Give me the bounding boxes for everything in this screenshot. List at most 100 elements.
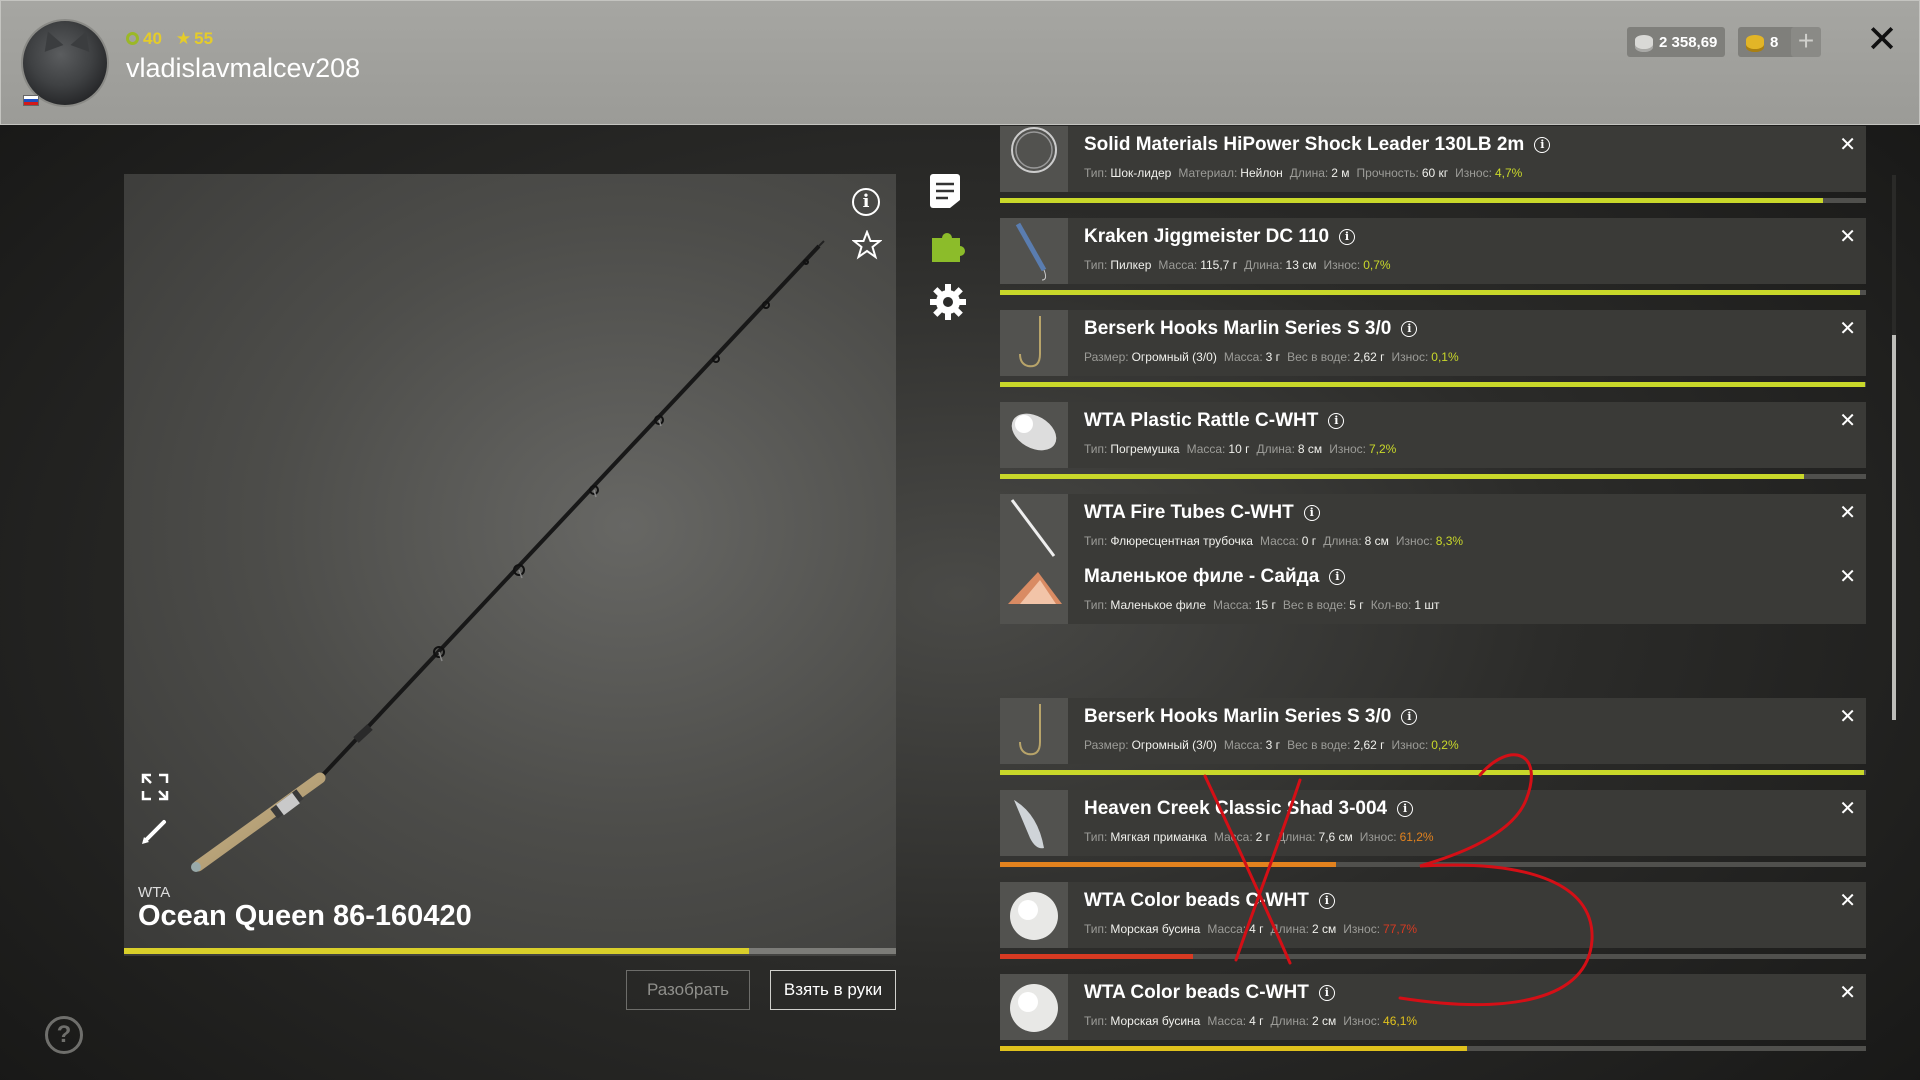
property-label: Длина:: [1244, 258, 1283, 272]
info-icon[interactable]: i: [852, 188, 880, 216]
pilker-jig-icon: [1000, 218, 1068, 284]
item-info-icon[interactable]: i: [1303, 505, 1320, 521]
property-value: 7,2%: [1368, 442, 1397, 456]
username: vladislavmalcev208: [126, 53, 361, 83]
tackle-item[interactable]: Heaven Creek Classic Shad 3-004 i Тип: Мягк…: [1000, 790, 1866, 856]
item-properties: Тип: Флюресцентная трубочка Масса: 0 г Длина…: [1084, 534, 1463, 548]
rod-preview-panel: i WTA Ocean Queen 86-160420: [124, 174, 896, 956]
remove-item-icon[interactable]: ✕: [1839, 500, 1856, 525]
item-title-text: Маленькое филе - Сайда: [1084, 566, 1320, 587]
item-info-icon[interactable]: i: [1329, 569, 1346, 585]
item-title-text: WTA Fire Tubes C-WHT: [1084, 502, 1294, 523]
remove-item-icon[interactable]: ✕: [1839, 888, 1856, 913]
item-info-icon[interactable]: i: [1397, 801, 1414, 817]
property-label: Размер:: [1084, 350, 1129, 364]
scrollbar-thumb[interactable]: [1892, 335, 1896, 720]
property-value: 3 г: [1265, 738, 1281, 752]
favorite-star-icon[interactable]: [852, 230, 882, 260]
property-label: Длина:: [1323, 534, 1362, 548]
settings-gear-icon[interactable]: [928, 282, 968, 322]
disassemble-button[interactable]: Разобрать: [626, 970, 750, 1010]
property-value: 8 см: [1364, 534, 1389, 548]
gold-balance[interactable]: 8: [1738, 27, 1797, 57]
take-in-hand-button[interactable]: Взять в руки: [770, 970, 896, 1010]
property-value: Пилкер: [1110, 258, 1152, 272]
property-value: 2 см: [1312, 922, 1337, 936]
silver-balance[interactable]: 2 358,69: [1627, 27, 1726, 57]
property-value: 0,2%: [1431, 738, 1459, 752]
remove-item-icon[interactable]: ✕: [1839, 704, 1856, 729]
property-value: 60 кг: [1421, 166, 1449, 180]
rank-value: 55: [194, 29, 214, 48]
wear-bar: [1000, 1046, 1866, 1051]
remove-item-icon[interactable]: ✕: [1839, 224, 1856, 249]
help-icon[interactable]: ?: [45, 1016, 83, 1054]
remove-item-icon[interactable]: ✕: [1839, 132, 1856, 157]
tackle-item[interactable]: Kraken Jiggmeister DC 110 i Тип: Пилкер Масс…: [1000, 218, 1866, 284]
player-stats: 40 ★ 55: [126, 29, 213, 49]
property-label: Материал:: [1178, 166, 1238, 180]
item-title-text: WTA Color beads C-WHT: [1084, 982, 1309, 1003]
property-label: Тип:: [1084, 1014, 1108, 1028]
property-label: Тип:: [1084, 258, 1108, 272]
property-value: 10 г: [1228, 442, 1250, 456]
tackle-item[interactable]: Маленькое филе - Сайда i Тип: Маленькое фил…: [1000, 558, 1866, 624]
property-value: Нейлон: [1240, 166, 1283, 180]
item-info-icon[interactable]: i: [1534, 137, 1551, 153]
item-info-icon[interactable]: i: [1328, 413, 1345, 429]
remove-item-icon[interactable]: ✕: [1839, 980, 1856, 1005]
rename-pencil-icon[interactable]: [140, 816, 170, 846]
gold-coins-icon: [1746, 35, 1764, 49]
tackle-item[interactable]: WTA Plastic Rattle C-WHT i Тип: Погремушка М…: [1000, 402, 1866, 468]
item-info-icon[interactable]: i: [1318, 893, 1335, 909]
close-button[interactable]: ✕: [1865, 21, 1899, 59]
property-label: Износ:: [1395, 534, 1433, 548]
property-label: Износ:: [1391, 738, 1429, 752]
item-properties: Тип: Морская бусина Масса: 4 г Длина: 2 см Изн…: [1084, 922, 1417, 936]
property-label: Размер:: [1084, 738, 1129, 752]
top-bar: 40 ★ 55 vladislavmalcev208 2 358,69 8 + ✕: [0, 0, 1920, 125]
property-value: 8 см: [1297, 442, 1323, 456]
fullscreen-icon[interactable]: [140, 772, 170, 802]
list-scrollbar[interactable]: [1892, 175, 1896, 720]
property-label: Тип:: [1084, 830, 1108, 844]
tackle-item[interactable]: WTA Color beads C-WHT i Тип: Морская бусина…: [1000, 882, 1866, 948]
property-label: Прочность:: [1356, 166, 1419, 180]
fish-fillet-icon: [1000, 558, 1068, 624]
description-list-icon[interactable]: [928, 172, 962, 212]
remove-item-icon[interactable]: ✕: [1839, 316, 1856, 341]
item-properties: Тип: Погремушка Масса: 10 г Длина: 8 см Износ:…: [1084, 442, 1396, 456]
property-value: Мягкая приманка: [1110, 830, 1207, 844]
item-properties: Тип: Шок-лидер Материал: Нейлон Длина: 2 м Про…: [1084, 166, 1522, 180]
item-info-icon[interactable]: i: [1339, 229, 1356, 245]
remove-item-icon[interactable]: ✕: [1839, 564, 1856, 589]
remove-item-icon[interactable]: ✕: [1839, 796, 1856, 821]
tackle-components-list[interactable]: Solid Materials HiPower Shock Leader 130…: [1000, 126, 1868, 1080]
remove-item-icon[interactable]: ✕: [1839, 408, 1856, 433]
rod-brand: WTA: [138, 884, 171, 901]
item-title-text: Heaven Creek Classic Shad 3-004: [1084, 798, 1388, 819]
item-info-icon[interactable]: i: [1401, 709, 1418, 725]
item-info-icon[interactable]: i: [1401, 321, 1418, 337]
bead-icon: [1000, 974, 1068, 1040]
avatar[interactable]: [21, 19, 109, 107]
property-label: Тип:: [1084, 598, 1108, 612]
tackle-item[interactable]: WTA Color beads C-WHT i Тип: Морская бусина…: [1000, 974, 1866, 1040]
property-value: 4 г: [1249, 1014, 1264, 1028]
property-label: Вес в воде:: [1287, 350, 1351, 364]
level-value: 40: [143, 29, 162, 48]
puzzle-piece-icon[interactable]: [928, 226, 968, 266]
item-info-icon[interactable]: i: [1318, 985, 1335, 1001]
wear-bar-fill: [1000, 954, 1194, 959]
tackle-item[interactable]: Berserk Hooks Marlin Series S 3/0 i Размер…: [1000, 310, 1866, 376]
property-value: 1 шт: [1414, 598, 1440, 612]
tackle-item[interactable]: WTA Fire Tubes C-WHT i Тип: Флюресцентная т…: [1000, 494, 1866, 560]
tackle-item[interactable]: Berserk Hooks Marlin Series S 3/0 i Размер…: [1000, 698, 1866, 764]
property-label: Длина:: [1289, 166, 1329, 180]
add-gold-button[interactable]: +: [1791, 27, 1821, 57]
property-value: 7,6 см: [1318, 830, 1353, 844]
item-title: Маленькое филе - Сайда i: [1084, 566, 1346, 588]
wear-bar: [1000, 198, 1866, 203]
property-label: Масса:: [1207, 1014, 1247, 1028]
tackle-item[interactable]: Solid Materials HiPower Shock Leader 130…: [1000, 126, 1866, 192]
